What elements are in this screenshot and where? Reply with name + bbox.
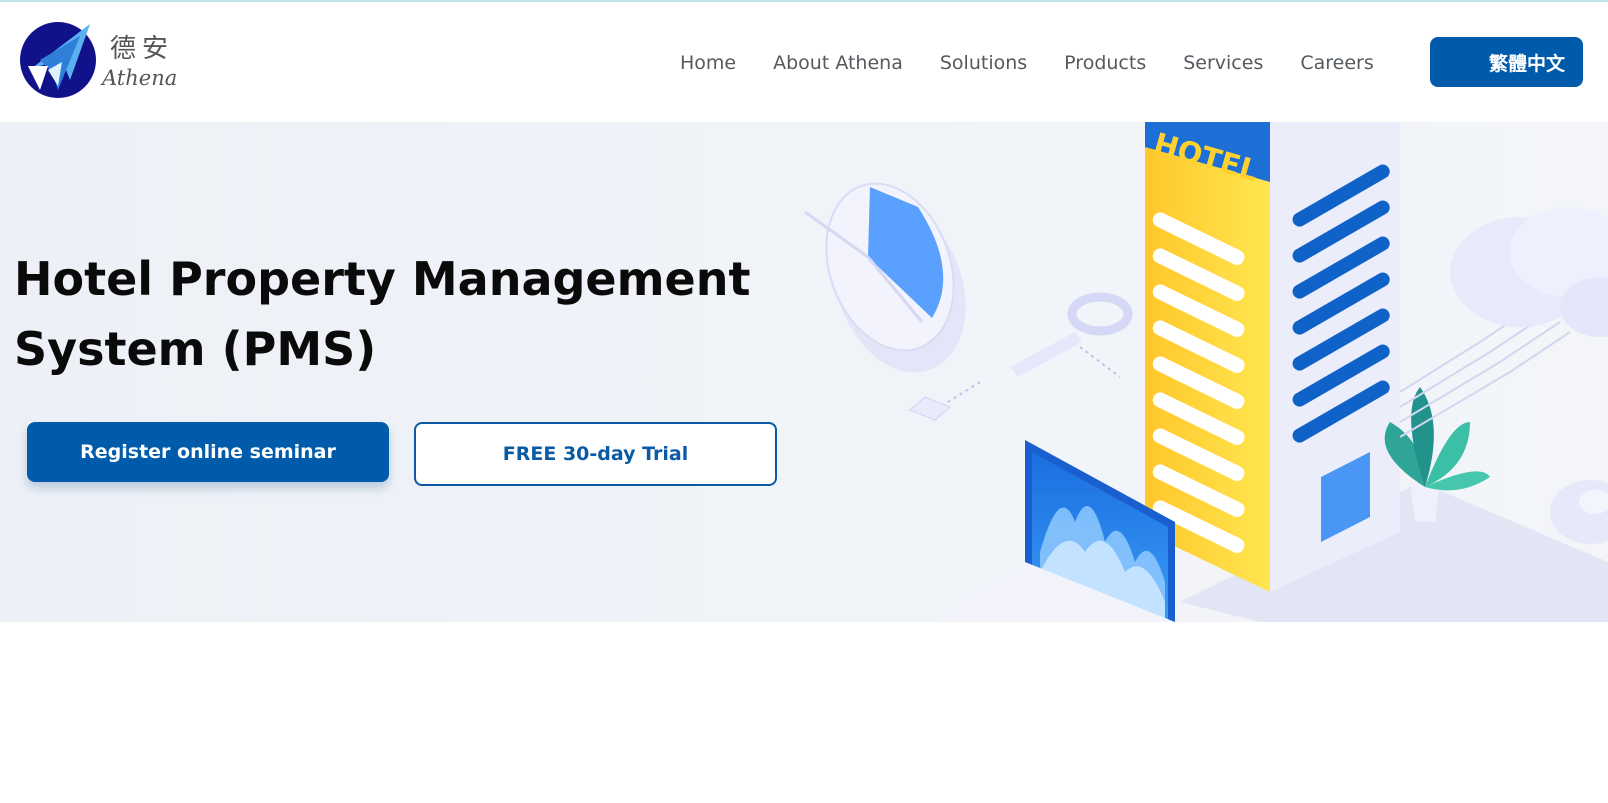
hero-title-line-1: Hotel Property Management: [14, 252, 751, 306]
brand-name-cn: 德安: [110, 34, 175, 64]
free-trial-button[interactable]: FREE 30-day Trial: [414, 422, 777, 486]
hero-title: Hotel Property Management System (PMS): [14, 244, 814, 384]
language-switch-button[interactable]: 繁體中文: [1430, 37, 1583, 87]
hero-title-line-2: System (PMS): [14, 322, 377, 376]
register-seminar-button[interactable]: Register online seminar: [27, 422, 389, 482]
nav-about-athena[interactable]: About Athena: [773, 52, 903, 74]
athena-logo-icon: [20, 22, 96, 98]
main-nav: Home About Athena Solutions Products Ser…: [680, 48, 1411, 78]
cloud-icon: [1450, 207, 1608, 337]
site-header: 德安 Athena Home About Athena Solutions Pr…: [0, 2, 1608, 122]
nav-products[interactable]: Products: [1064, 52, 1146, 74]
pie-chart-icon: [804, 182, 966, 373]
nav-home[interactable]: Home: [680, 52, 736, 74]
nav-services[interactable]: Services: [1183, 52, 1263, 74]
hero-banner: Hotel Property Management System (PMS) R…: [0, 122, 1608, 622]
nav-solutions[interactable]: Solutions: [940, 52, 1027, 74]
brand-logo[interactable]: 德安 Athena: [18, 18, 178, 102]
brand-name-en: Athena: [102, 66, 178, 90]
gear-icon: [1550, 480, 1608, 544]
nav-careers[interactable]: Careers: [1300, 52, 1373, 74]
hotel-building: HOTEL: [1145, 122, 1400, 592]
hotel-illustration: HOTEL: [804, 122, 1608, 622]
laptop-icon: [930, 440, 1175, 622]
